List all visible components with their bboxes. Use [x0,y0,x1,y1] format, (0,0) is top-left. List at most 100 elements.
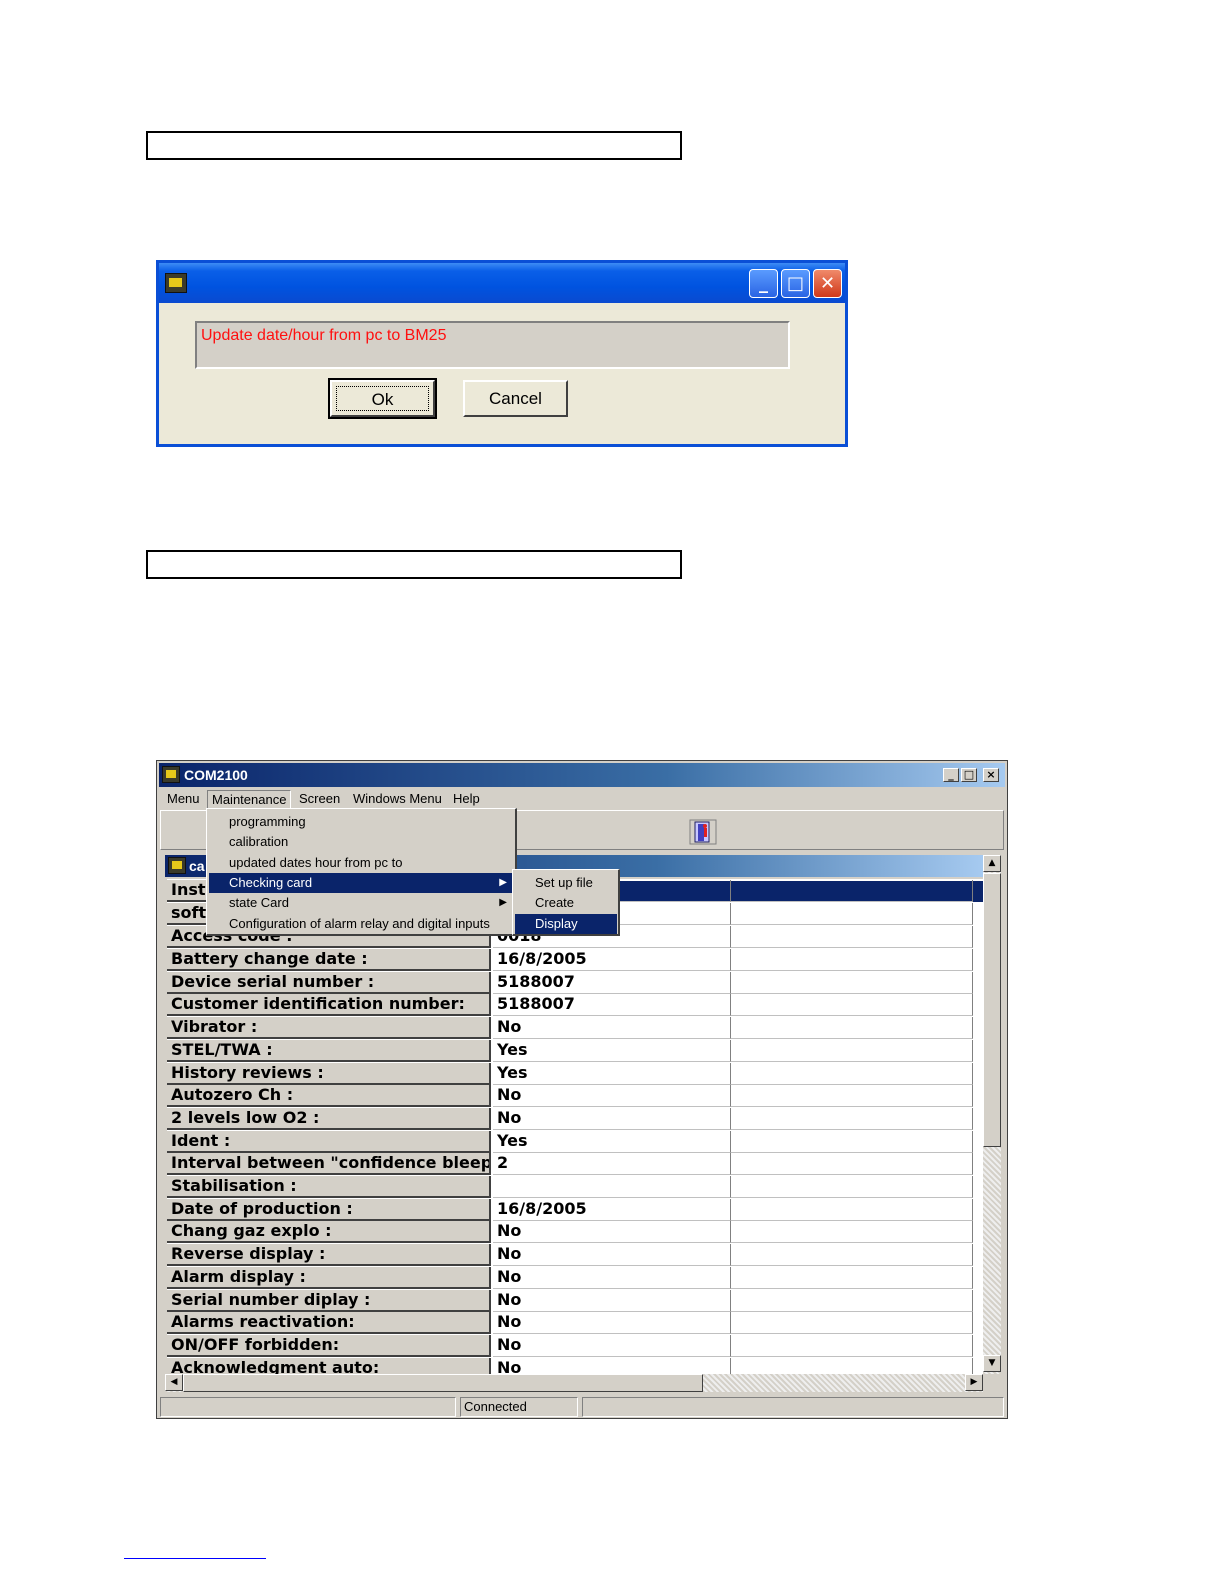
row-label: Autozero Ch : [167,1085,491,1108]
row-extra-cell [731,1266,973,1289]
row-value: No [493,1017,731,1040]
row-label: ON/OFF forbidden: [167,1334,491,1357]
maximize-button[interactable]: □ [781,269,810,298]
menu-item-updated-dates-hour-from-pc-to[interactable]: updated dates hour from pc to [209,853,513,873]
card-data-grid: InstrsoftvAccess code :0018 Battery chan… [167,879,983,1374]
table-row: Device serial number :5188007 [167,971,983,995]
maximize-icon: □ [963,768,975,781]
row-extra-cell [731,1244,973,1267]
footer-link-underline [124,1558,266,1559]
minimize-button[interactable]: _ [749,269,778,298]
window-titlebar[interactable]: COM2100 _ □ × [159,763,1005,787]
row-label: Ident : [167,1130,491,1153]
table-row: STEL/TWA : Yes [167,1039,983,1063]
row-value: No [493,1266,731,1289]
menu-item-configuration-of-alarm-relay-and-digital-inputs[interactable]: Configuration of alarm relay and digital… [209,914,513,934]
maximize-button[interactable]: □ [961,768,977,782]
menu-item-state-card[interactable]: state Card ▶ [209,893,513,913]
minimize-icon: _ [948,768,954,781]
vertical-scrollbar[interactable]: ▲ ▼ [983,855,1001,1374]
submenu-item-create[interactable]: Create [515,893,617,913]
table-row: Acknowledgment auto: No [167,1357,983,1374]
row-label: Chang gaz explo : [167,1221,491,1244]
submenu-item-set-up-file[interactable]: Set up file [515,873,617,893]
child-window-title: ca [189,858,205,874]
table-row: Customer identification number: 5188007 [167,994,983,1017]
row-value: No [493,1244,731,1267]
menu-item-label: Checking card [229,874,313,890]
submenu-arrow-icon: ▶ [499,897,507,909]
dialog-titlebar[interactable]: _ □ ✕ [159,263,845,303]
row-extra-cell [731,1062,973,1085]
minimize-button[interactable]: _ [943,768,959,782]
ok-button[interactable]: Ok [328,378,437,419]
row-extra-cell [731,1176,973,1198]
close-button[interactable]: ✕ [813,269,842,298]
row-label: Reverse display : [167,1244,491,1267]
row-label: Vibrator : [167,1017,491,1040]
table-row: Date of production :16/8/2005 [167,1198,983,1222]
child-app-icon [168,857,186,874]
row-extra-cell [731,1289,973,1312]
row-value [493,1176,731,1198]
row-extra-cell [731,1357,973,1374]
minimize-icon: _ [759,273,768,294]
maintenance-dropdown: programming calibration updated dates hour… [206,808,517,936]
cancel-button[interactable]: Cancel [463,380,568,417]
menu-screen[interactable]: Screen [295,790,344,807]
row-label: Customer identification number: [167,994,491,1017]
row-extra-cell [731,1153,973,1176]
menu-windows[interactable]: Windows Menu [349,790,446,807]
table-row: Chang gaz explo : No [167,1221,983,1244]
row-label: Alarms reactivation: [167,1312,491,1335]
message-panel: Update date/hour from pc to BM25 [195,321,790,369]
table-row: Alarms reactivation: No [167,1312,983,1335]
row-extra-cell [731,1130,973,1153]
menu-item-label: state Card [229,895,289,911]
menu-item-programming[interactable]: programming [209,812,513,832]
app-icon [162,766,180,783]
menu-maintenance[interactable]: Maintenance [207,790,292,809]
checking-card-submenu: Set up file Create Display [512,869,620,936]
exit-door-icon[interactable] [689,819,717,845]
row-extra-cell [731,949,973,971]
row-label: History reviews : [167,1062,491,1085]
row-label: Device serial number : [167,971,491,994]
scroll-down-icon[interactable]: ▼ [983,1355,1001,1372]
menu-item-label: Configuration of alarm relay and digital… [229,915,490,931]
row-value: 5188007 [493,971,731,994]
ok-label: Ok [336,386,429,411]
close-button[interactable]: × [983,768,999,782]
scroll-left-icon[interactable]: ◀ [165,1374,183,1391]
horizontal-scrollbar[interactable]: ◀ ▶ [165,1374,983,1392]
table-row: Autozero Ch : No [167,1085,983,1108]
menu-item-checking-card[interactable]: Checking card ▶ [209,872,513,893]
row-extra-cell [731,1017,973,1040]
row-value: No [493,1334,731,1357]
menu-item-calibration[interactable]: calibration [209,832,513,852]
table-row: 2 levels low O2 : No [167,1107,983,1131]
scroll-right-icon[interactable]: ▶ [965,1374,983,1391]
menu-help[interactable]: Help [449,790,484,807]
row-value: Yes [493,1130,731,1153]
row-label: Battery change date : [167,949,491,971]
app-icon [165,273,187,293]
horizontal-scroll-thumb[interactable] [183,1374,703,1392]
submenu-item-display[interactable]: Display [515,913,617,934]
row-extra-cell [731,1039,973,1062]
table-row: Interval between "confidence bleep" :2 [167,1153,983,1176]
row-value: No [493,1289,731,1312]
update-date-dialog: _ □ ✕ Update date/hour from pc to BM25 O… [156,260,848,447]
status-panel-1 [160,1397,456,1417]
vertical-scroll-thumb[interactable] [983,873,1001,1147]
row-extra-cell [731,926,973,948]
row-value: 16/8/2005 [493,1198,731,1221]
row-label: Serial number diplay : [167,1289,491,1312]
table-row: Alarm display : No [167,1266,983,1290]
row-label: Date of production : [167,1198,491,1221]
row-value: No [493,1107,731,1130]
menu-menu[interactable]: Menu [163,790,204,807]
row-extra-cell [731,1085,973,1108]
scroll-up-icon[interactable]: ▲ [983,855,1001,872]
caption-box-middle [146,550,682,579]
